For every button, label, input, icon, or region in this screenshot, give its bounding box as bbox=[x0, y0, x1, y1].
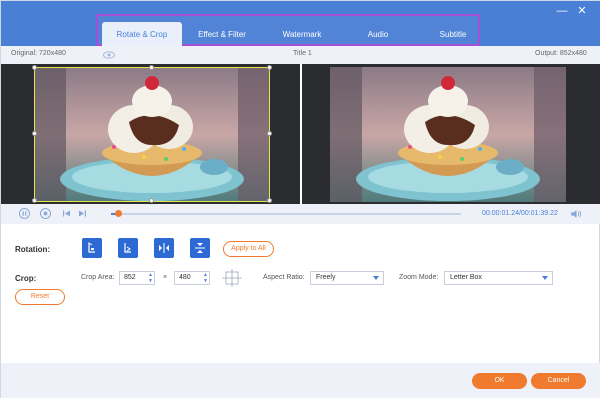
flip-horizontal-button[interactable] bbox=[154, 238, 174, 258]
chevron-down-icon bbox=[542, 276, 548, 280]
minimize-icon[interactable]: — bbox=[556, 5, 568, 17]
apply-to-all-button[interactable]: Apply to All bbox=[223, 241, 274, 257]
flip-vertical-icon bbox=[195, 243, 205, 253]
next-frame-icon[interactable] bbox=[78, 209, 87, 218]
crop-handle-bottom-right[interactable] bbox=[267, 198, 272, 203]
dialog-footer: OK Cancel bbox=[1, 363, 600, 398]
original-resolution: Original: 720x480 bbox=[11, 50, 66, 57]
pause-icon bbox=[22, 211, 27, 216]
eye-icon[interactable] bbox=[103, 51, 115, 59]
rotate-right-icon bbox=[124, 243, 131, 253]
cancel-button[interactable]: Cancel bbox=[531, 373, 586, 389]
crop-handle-bottom[interactable] bbox=[149, 198, 154, 203]
stop-icon bbox=[43, 211, 48, 216]
crop-handle-bottom-left[interactable] bbox=[32, 198, 37, 203]
aspect-ratio-label: Aspect Ratio: bbox=[263, 274, 305, 281]
ok-button[interactable]: OK bbox=[472, 373, 527, 389]
volume-icon[interactable] bbox=[570, 209, 582, 219]
info-bar: Original: 720x480 Title 1 Output: 852x48… bbox=[1, 46, 600, 64]
output-preview bbox=[302, 64, 600, 204]
progress-slider[interactable] bbox=[111, 210, 461, 217]
crop-label: Crop: bbox=[15, 274, 37, 283]
rotate-crop-dialog: — ✕ Rotate & Crop Effect & Filter Waterm… bbox=[0, 0, 600, 398]
title-bar: — ✕ Rotate & Crop Effect & Filter Waterm… bbox=[1, 1, 600, 48]
tab-watermark[interactable]: Watermark bbox=[268, 22, 336, 48]
aspect-ratio-select[interactable]: Freely bbox=[310, 271, 384, 285]
crop-handle-right[interactable] bbox=[267, 131, 272, 136]
preview-area bbox=[1, 64, 600, 204]
times-sign: × bbox=[163, 274, 168, 281]
zoom-mode-label: Zoom Mode: bbox=[399, 274, 439, 281]
tab-effect-filter[interactable]: Effect & Filter bbox=[188, 22, 256, 48]
playback-time: 00:00:01.24/00:01:39.22 bbox=[482, 210, 558, 217]
original-preview bbox=[1, 64, 300, 204]
height-decrement-icon[interactable]: ▼ bbox=[202, 278, 209, 284]
reset-button[interactable]: Reset bbox=[15, 289, 65, 305]
zoom-mode-value: Letter Box bbox=[450, 274, 482, 281]
rotate-left-button[interactable] bbox=[82, 238, 102, 258]
center-crop-icon[interactable] bbox=[222, 269, 242, 287]
stop-button[interactable] bbox=[40, 208, 51, 219]
output-resolution: Output: 852x480 bbox=[535, 50, 587, 57]
previous-frame-icon[interactable] bbox=[62, 209, 71, 218]
playback-bar: 00:00:01.24/00:01:39.22 bbox=[1, 204, 600, 224]
aspect-ratio-value: Freely bbox=[316, 274, 336, 281]
crop-handle-top[interactable] bbox=[149, 65, 154, 70]
sundae-output-image bbox=[330, 67, 566, 202]
rotate-right-button[interactable] bbox=[118, 238, 138, 258]
chevron-down-icon bbox=[373, 276, 379, 280]
editor-tabs: Rotate & Crop Effect & Filter Watermark … bbox=[96, 14, 480, 48]
video-title: Title 1 bbox=[293, 50, 312, 57]
progress-thumb[interactable] bbox=[115, 210, 122, 217]
flip-vertical-button[interactable] bbox=[190, 238, 210, 258]
flip-horizontal-icon bbox=[159, 243, 169, 253]
width-decrement-icon[interactable]: ▼ bbox=[147, 278, 154, 284]
crop-handle-top-right[interactable] bbox=[267, 65, 272, 70]
pause-button[interactable] bbox=[19, 208, 30, 219]
crop-area-label: Crop Area: bbox=[81, 274, 115, 281]
crop-frame[interactable] bbox=[34, 67, 270, 202]
crop-handle-left[interactable] bbox=[32, 131, 37, 136]
tab-audio[interactable]: Audio bbox=[348, 22, 408, 48]
tab-subtitle[interactable]: Subtitle bbox=[428, 22, 478, 48]
rotate-left-icon bbox=[88, 242, 95, 253]
close-icon[interactable]: ✕ bbox=[576, 5, 588, 17]
crop-handle-top-left[interactable] bbox=[32, 65, 37, 70]
zoom-mode-select[interactable]: Letter Box bbox=[444, 271, 553, 285]
rotation-label: Rotation: bbox=[15, 245, 51, 254]
tab-rotate-crop[interactable]: Rotate & Crop bbox=[102, 22, 182, 48]
